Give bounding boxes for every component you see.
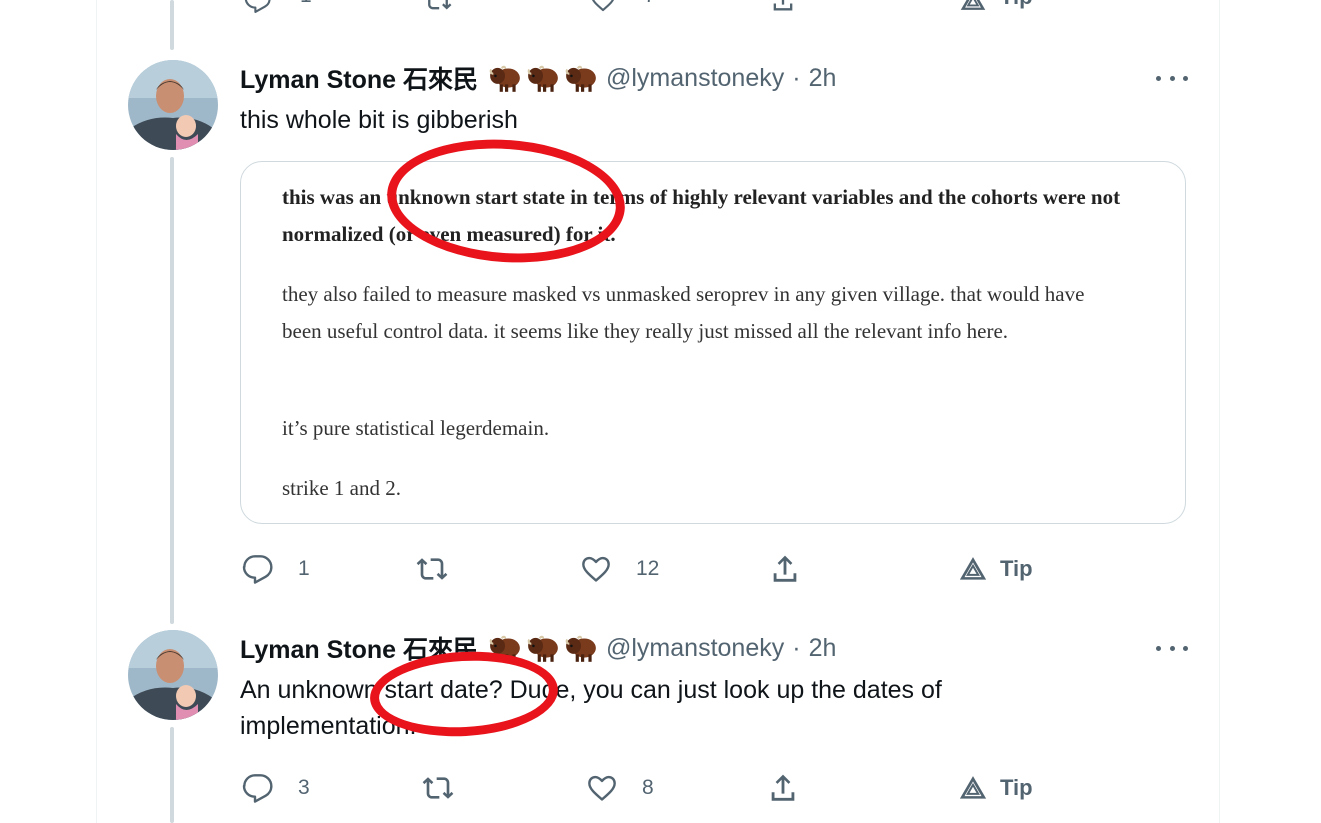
author-handle[interactable]: @lymanstoneky xyxy=(606,64,784,93)
author-handle[interactable]: @lymanstoneky xyxy=(606,634,784,663)
reply-button[interactable]: 3 xyxy=(242,768,310,808)
thread-connector-line xyxy=(170,157,174,624)
share-icon xyxy=(768,0,798,14)
more-dot-icon xyxy=(1183,75,1188,81)
avatar-photo xyxy=(128,60,218,150)
avatar-photo xyxy=(128,630,218,720)
more-dot-icon xyxy=(1183,645,1188,651)
tip-icon xyxy=(958,773,988,803)
reply-button[interactable]: 1 xyxy=(242,549,310,589)
retweet-button[interactable] xyxy=(422,0,454,19)
like-button[interactable]: 7 xyxy=(588,0,656,19)
retweet-button[interactable] xyxy=(414,549,450,589)
bison-icon xyxy=(564,633,598,663)
like-count: 12 xyxy=(636,557,660,580)
more-options-button[interactable] xyxy=(1156,638,1188,658)
timeline-left-border xyxy=(96,0,97,823)
tip-icon xyxy=(958,554,988,584)
share-button[interactable] xyxy=(766,768,800,808)
avatar[interactable] xyxy=(128,60,218,150)
tip-label: Tip xyxy=(1000,775,1033,800)
tip-icon xyxy=(958,0,988,14)
more-options-button[interactable] xyxy=(1156,68,1188,88)
card-paragraph: they also failed to measure masked vs un… xyxy=(282,282,1085,343)
tweet-header: Lyman Stone 石來民 @lymanstoneky · 2h xyxy=(240,630,836,666)
like-button[interactable]: 8 xyxy=(586,768,654,808)
share-icon xyxy=(766,771,800,805)
share-button[interactable] xyxy=(768,549,802,589)
heart-icon xyxy=(580,553,612,585)
author-name[interactable]: Lyman Stone 石來民 xyxy=(240,60,478,96)
heart-icon xyxy=(586,772,618,804)
tip-button[interactable]: Tip xyxy=(958,768,1033,808)
retweet-icon xyxy=(420,772,456,804)
reply-count: 1 xyxy=(298,557,310,580)
timestamp[interactable]: 2h xyxy=(809,64,837,93)
timeline-right-border xyxy=(1219,0,1220,823)
reply-button[interactable]: 1 xyxy=(244,0,312,19)
bison-icon xyxy=(564,63,598,93)
separator-dot: · xyxy=(792,63,801,92)
avatar[interactable] xyxy=(128,630,218,720)
previous-tweet-action-bar: 1 7 Tip xyxy=(240,0,1040,14)
author-emoji-group xyxy=(488,633,598,663)
retweet-icon xyxy=(422,0,454,14)
tweet-text-line: An unknown start date? Dude, you can jus… xyxy=(240,676,942,704)
retweet-icon xyxy=(414,553,450,585)
more-dot-icon xyxy=(1156,645,1161,651)
heart-icon xyxy=(588,0,618,14)
tweet-text-line: implementation. xyxy=(240,712,417,740)
reply-icon xyxy=(244,0,272,14)
timestamp[interactable]: 2h xyxy=(809,634,837,663)
like-count: 8 xyxy=(642,776,654,799)
tip-label: Tip xyxy=(1000,0,1033,10)
more-dot-icon xyxy=(1169,75,1175,81)
more-dot-icon xyxy=(1169,645,1175,651)
author-name[interactable]: Lyman Stone 石來民 xyxy=(240,630,478,666)
tweet-action-bar: 3 8 Tip xyxy=(240,768,1060,808)
separator-dot: · xyxy=(792,633,801,662)
more-dot-icon xyxy=(1156,75,1161,81)
card-paragraph: it’s pure statistical legerdemain. xyxy=(282,416,550,440)
share-button[interactable] xyxy=(768,0,798,19)
share-icon xyxy=(768,552,802,586)
bison-icon xyxy=(526,633,560,663)
tip-button[interactable]: Tip xyxy=(958,0,1033,19)
card-paragraph: strike 1 and 2. xyxy=(282,476,401,500)
retweet-button[interactable] xyxy=(420,768,456,808)
reply-count: 3 xyxy=(298,776,310,799)
reply-icon xyxy=(242,553,274,585)
quoted-image-card[interactable]: this was an unknown start state in terms… xyxy=(240,161,1186,524)
thread-connector-line xyxy=(170,727,174,823)
reply-count: 1 xyxy=(300,0,312,8)
tweet-text: this whole bit is gibberish xyxy=(240,106,518,134)
bison-icon xyxy=(526,63,560,93)
bison-icon xyxy=(488,63,522,93)
like-count: 7 xyxy=(644,0,656,8)
like-button[interactable]: 12 xyxy=(580,549,659,589)
thread-connector-line xyxy=(170,0,174,50)
tweet-header: Lyman Stone 石來民 @lymanstoneky · 2h xyxy=(240,60,836,96)
author-emoji-group xyxy=(488,63,598,93)
bison-icon xyxy=(488,633,522,663)
tweet-action-bar: 1 12 Tip xyxy=(240,549,1060,589)
tip-label: Tip xyxy=(1000,556,1033,581)
reply-icon xyxy=(242,772,274,804)
tip-button[interactable]: Tip xyxy=(958,549,1033,589)
card-paragraph-bold: this was an unknown start state in terms… xyxy=(282,185,1121,246)
